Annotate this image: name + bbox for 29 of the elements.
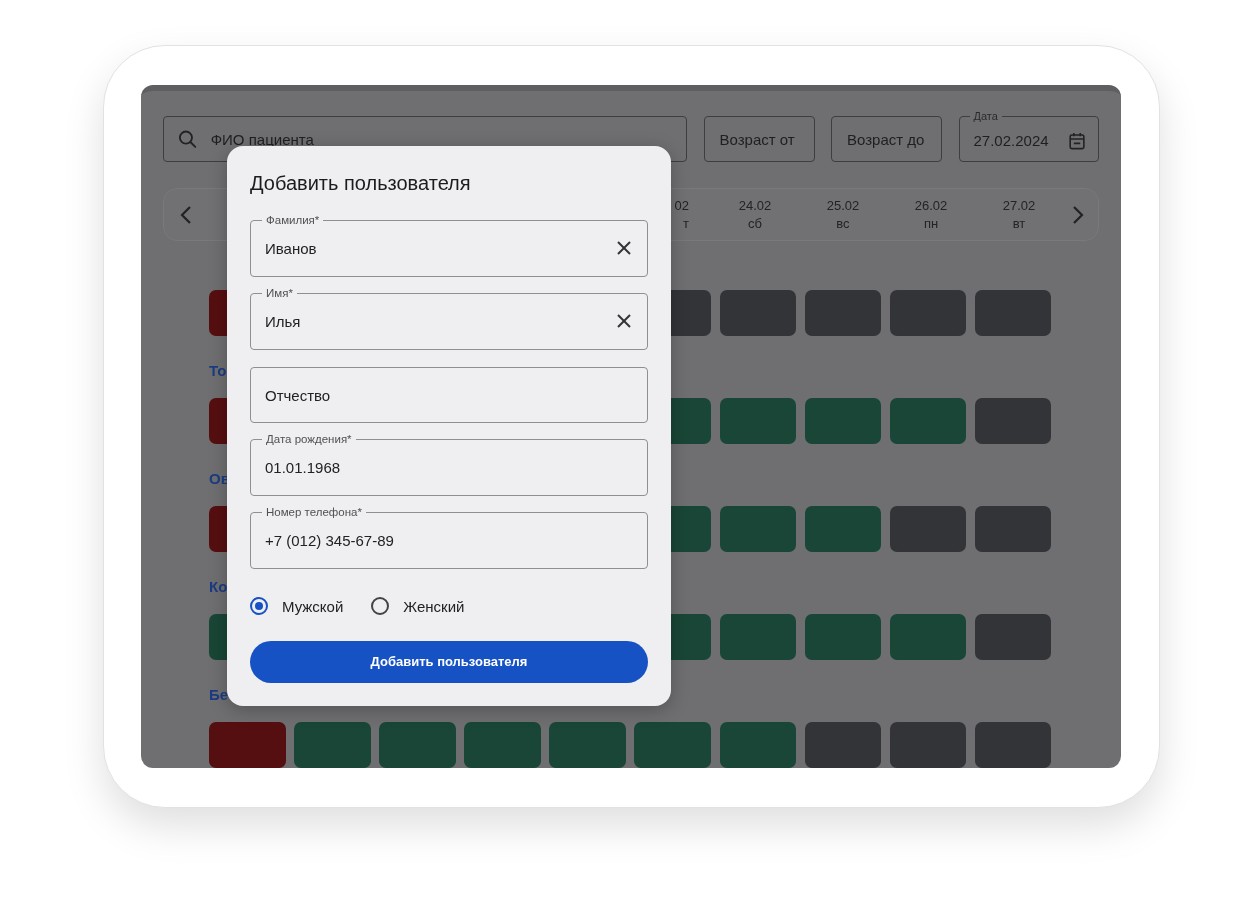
input-field[interactable]: Номер телефона* +7 (012) 345-67-89 xyxy=(250,506,648,569)
text-input[interactable]: Отчество xyxy=(265,386,631,404)
close-icon[interactable] xyxy=(617,314,631,328)
text-input[interactable]: +7 (012) 345-67-89 xyxy=(265,531,631,549)
radio-label[interactable]: Мужской xyxy=(282,597,344,615)
field-label: Номер телефона* xyxy=(265,506,363,518)
dialog-title: Добавить пользователя xyxy=(250,171,472,196)
input-field[interactable]: Фамилия* Иванов xyxy=(250,214,648,277)
search-input[interactable]: ФИО пациента xyxy=(210,130,672,148)
add-user-button[interactable]: Добавить пользователя xyxy=(250,641,648,683)
chevron-left-icon[interactable] xyxy=(180,204,192,225)
input-field[interactable]: Отчество xyxy=(250,367,648,423)
field-label: Имя* xyxy=(265,287,294,299)
input-field[interactable]: Имя* Илья xyxy=(250,287,648,350)
search-icon xyxy=(178,129,197,149)
input-field[interactable]: Возраст от xyxy=(703,116,815,162)
close-icon[interactable] xyxy=(617,241,631,255)
field-label: Фамилия* xyxy=(265,214,321,226)
input-field[interactable]: Дата рождения* 01.01.1968 xyxy=(250,433,648,496)
text-input[interactable]: Иванов xyxy=(265,239,609,257)
radio-label[interactable]: Женский xyxy=(403,597,465,615)
field-label: Дата xyxy=(972,110,999,122)
input-field[interactable]: Возраст до xyxy=(831,116,942,162)
radio-button[interactable] xyxy=(250,597,268,615)
text-input[interactable]: Илья xyxy=(265,312,609,330)
field-label: Дата рождения* xyxy=(265,433,353,445)
radio-button[interactable] xyxy=(371,597,390,615)
text-input[interactable]: 01.01.1968 xyxy=(265,458,631,476)
chevron-right-icon[interactable] xyxy=(1072,204,1084,225)
